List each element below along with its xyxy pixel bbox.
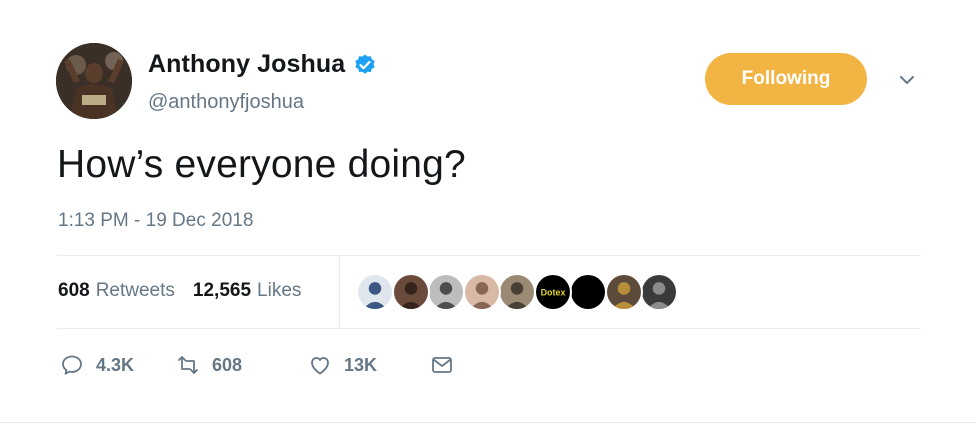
reply-count: 4.3K xyxy=(96,354,135,375)
reply-button[interactable]: 4.3K xyxy=(60,350,134,380)
retweet-count[interactable]: 608 xyxy=(58,280,90,302)
profile-photo-image xyxy=(56,43,132,119)
stats-divider xyxy=(339,256,340,328)
retweet-button[interactable]: 608 xyxy=(176,350,242,380)
following-button[interactable]: Following xyxy=(705,53,867,105)
chevron-down-icon[interactable] xyxy=(897,70,917,90)
liker-avatar-3[interactable] xyxy=(427,273,465,311)
user-handle[interactable]: @anthonyfjoshua xyxy=(148,91,304,114)
retweet-action-count: 608 xyxy=(212,354,243,375)
tweet-text: How’s everyone doing? xyxy=(57,143,466,186)
name-row: Anthony Joshua xyxy=(148,50,377,79)
liker-avatar-1[interactable] xyxy=(356,273,394,311)
envelope-icon xyxy=(432,357,452,373)
liker-avatar-6[interactable]: Dotex xyxy=(534,273,572,311)
tweet-timestamp[interactable]: 1:13 PM - 19 Dec 2018 xyxy=(58,210,253,232)
like-count[interactable]: 12,565 xyxy=(193,280,251,302)
tweet-card: Anthony Joshua @anthonyfjoshua Following… xyxy=(0,0,976,425)
profile-avatar[interactable] xyxy=(56,43,132,119)
liker-avatar-4[interactable] xyxy=(463,273,501,311)
display-name[interactable]: Anthony Joshua xyxy=(148,50,345,79)
like-button[interactable]: 13K xyxy=(308,350,377,380)
heart-icon xyxy=(311,357,329,375)
liker-avatar-7[interactable] xyxy=(569,273,607,311)
like-label[interactable]: Likes xyxy=(257,280,301,302)
liker-avatar-2[interactable] xyxy=(392,273,430,311)
reply-icon xyxy=(62,355,82,375)
direct-message-button[interactable] xyxy=(430,350,454,380)
liker-avatar-5[interactable] xyxy=(498,273,536,311)
divider-mid xyxy=(57,328,921,329)
retweet-icon xyxy=(178,356,198,374)
divider-top xyxy=(57,255,921,256)
bottom-border xyxy=(0,422,976,423)
liker-avatar-9[interactable] xyxy=(640,273,678,311)
verified-badge-icon xyxy=(353,53,377,77)
retweet-label[interactable]: Retweets xyxy=(96,280,175,302)
engagement-stats: 608 Retweets 12,565 Likes xyxy=(58,280,301,302)
liker-avatar-label: Dotex xyxy=(541,288,566,298)
liker-avatar-8[interactable] xyxy=(605,273,643,311)
like-action-count: 13K xyxy=(344,354,378,375)
